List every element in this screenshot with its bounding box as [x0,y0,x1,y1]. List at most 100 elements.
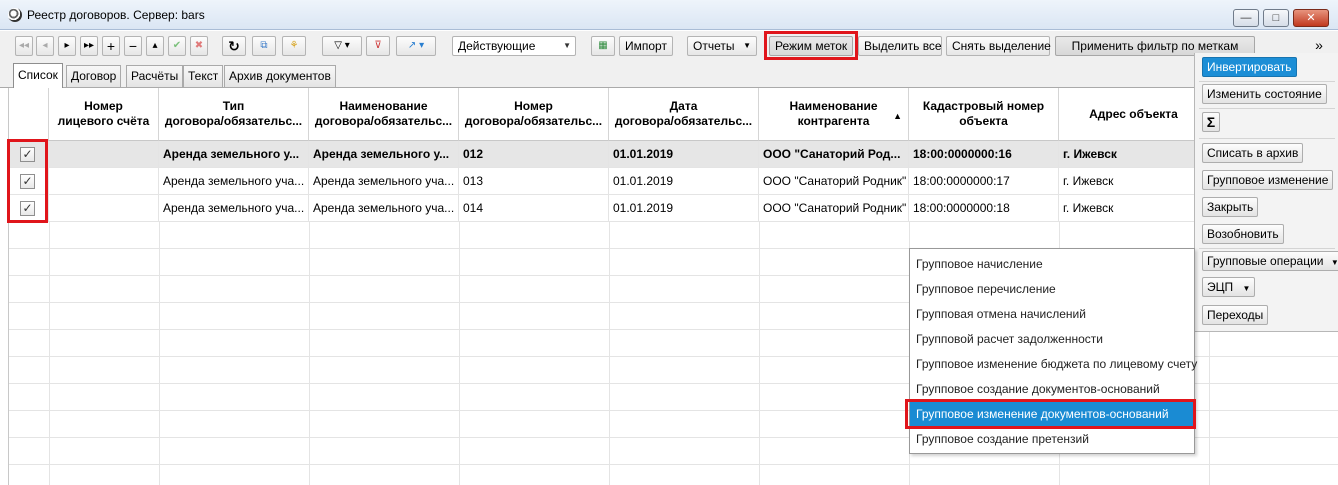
status-filter-select[interactable]: Действующие ▼ [452,36,576,56]
empty-row [9,465,1338,485]
select-all-button[interactable]: Выделить все [858,36,942,56]
address-cell: г. Ижевск [1059,195,1209,222]
row-checkbox[interactable]: ✓ [20,201,35,216]
filter-icon[interactable]: ▽ ▾ [322,36,362,56]
cadastral-number-cell: 18:00:0000000:16 [909,141,1059,168]
menu-item[interactable]: Групповое создание документов-оснований [910,377,1194,402]
import-button[interactable]: Импорт [619,36,673,56]
navigate-icon[interactable]: ↗ ▾ [396,36,436,56]
clear-selection-button[interactable]: Снять выделение [946,36,1051,56]
row-checkbox[interactable]: ✓ [20,147,35,162]
tab-document-archive[interactable]: Архив документов [224,65,336,87]
group-operations-button[interactable]: Групповые операции ▼ [1202,251,1338,271]
chevron-down-icon: ▼ [1330,258,1338,267]
cadastral-number-cell: 18:00:0000000:17 [909,168,1059,195]
contract-type-cell: Аренда земельного уча... [159,168,309,195]
address-cell: г. Ижевск [1059,168,1209,195]
contract-name-cell: Аренда земельного уча... [309,168,459,195]
column-header-contract-date[interactable]: Дата договора/обязательс... [609,88,759,141]
row-checkbox[interactable]: ✓ [20,174,35,189]
app-icon [8,8,22,22]
column-header-contract-name[interactable]: Наименование договора/обязательс... [309,88,459,141]
group-change-button[interactable]: Групповое изменение [1202,170,1334,190]
contract-date-cell: 01.01.2019 [609,168,759,195]
menu-item-highlighted[interactable]: Групповое изменение документов-оснований [910,402,1194,427]
reports-button[interactable]: Отчеты ▼ [687,36,757,56]
prev-record-icon[interactable]: ◂ [36,36,54,56]
menu-item[interactable]: Групповая отмена начислений [910,302,1194,327]
account-number-cell [49,168,159,195]
chevron-down-icon: ▼ [743,41,751,50]
transitions-button[interactable]: Переходы [1202,305,1269,325]
table-row[interactable]: ✓ Аренда земельного у... Аренда земельно… [9,141,1338,168]
tab-calculations[interactable]: Расчёты [126,65,184,87]
delete-record-icon[interactable]: − [124,36,142,56]
cadastral-number-cell: 18:00:0000000:18 [909,195,1059,222]
menu-item[interactable]: Групповое начисление [910,252,1194,277]
group-operations-label: Групповые операции [1207,254,1324,268]
sum-icon: Σ [1206,114,1216,130]
table-row[interactable]: ✓ Аренда земельного уча... Аренда земель… [9,168,1338,195]
column-divider [159,222,160,485]
window-title: Реестр договоров. Сервер: bars [27,8,205,22]
sum-button[interactable]: Σ [1202,112,1220,132]
menu-item[interactable]: Групповое изменение бюджета по лицевому … [910,352,1197,377]
confirm-icon[interactable]: ✔ [168,36,186,56]
up-icon[interactable]: ▴ [146,36,164,56]
change-state-button[interactable]: Изменить состояние [1202,84,1327,104]
account-number-cell [49,141,159,168]
refresh-icon[interactable]: ↻ [222,36,246,56]
minimize-button[interactable]: — [1233,9,1259,27]
close-window-button[interactable]: ✕ [1293,9,1329,27]
eds-button[interactable]: ЭЦП ▼ [1202,277,1256,297]
clear-filter-icon[interactable]: ⊽ [366,36,390,56]
column-header-account-number[interactable]: Номер лицевого счёта [49,88,159,141]
contract-type-cell: Аренда земельного у... [159,141,309,168]
resume-button[interactable]: Возобновить [1202,224,1284,244]
panel-divider [1199,81,1335,82]
group-operations-menu: Групповое начисление Групповое перечисле… [909,248,1197,454]
tab-list[interactable]: Список [13,63,63,88]
copy-icon[interactable]: ⧉ [252,36,276,56]
close-contract-button[interactable]: Закрыть [1202,197,1259,217]
menu-item[interactable]: Групповое создание претензий [910,427,1194,452]
tab-contract[interactable]: Договор [66,65,122,87]
cancel-icon[interactable]: ✖ [190,36,208,56]
chevron-down-icon: ▼ [563,41,571,50]
column-header-checkbox [9,88,49,141]
mark-mode-button[interactable]: Режим меток [769,36,853,56]
title-bar: Реестр договоров. Сервер: bars — □ ✕ [0,0,1338,30]
first-record-icon[interactable]: ◂◂ [15,36,33,56]
excel-icon[interactable]: ▦ [591,36,615,56]
reports-label: Отчеты [693,39,735,53]
column-header-counterparty[interactable]: Наименование контрагента ▲ [759,88,909,141]
contract-type-cell: Аренда земельного уча... [159,195,309,222]
archive-button[interactable]: Списать в архив [1202,143,1304,163]
column-header-address[interactable]: Адрес объекта [1059,88,1209,141]
tab-bar: Список Договор Расчёты Текст Архив докум… [0,60,1338,88]
contract-number-cell: 013 [459,168,609,195]
tab-text[interactable]: Текст [183,65,224,87]
menu-item[interactable]: Групповой расчет задолженности [910,327,1194,352]
link-icon[interactable]: ⚘ [282,36,306,56]
address-cell: г. Ижевск [1059,141,1209,168]
contract-date-cell: 01.01.2019 [609,195,759,222]
row-checkbox-cell: ✓ [9,195,49,222]
column-header-contract-number[interactable]: Номер договора/обязательс... [459,88,609,141]
column-divider [459,222,460,485]
table-row[interactable]: ✓ Аренда земельного уча... Аренда земель… [9,195,1338,222]
column-divider [609,222,610,485]
column-header-contract-type[interactable]: Тип договора/обязательс... [159,88,309,141]
column-divider [309,222,310,485]
maximize-button[interactable]: □ [1263,9,1289,27]
column-header-cadastral-number[interactable]: Кадастровый номер объекта [909,88,1059,141]
invert-button[interactable]: Инвертировать [1202,57,1297,77]
next-record-icon[interactable]: ▸ [58,36,76,56]
last-record-icon[interactable]: ▸▸ [80,36,98,56]
add-record-icon[interactable]: + [102,36,120,56]
contract-name-cell: Аренда земельного у... [309,141,459,168]
menu-item[interactable]: Групповое перечисление [910,277,1194,302]
contract-number-cell: 012 [459,141,609,168]
eds-label: ЭЦП [1207,280,1234,294]
counterparty-cell: ООО "Санаторий Род... [759,141,909,168]
